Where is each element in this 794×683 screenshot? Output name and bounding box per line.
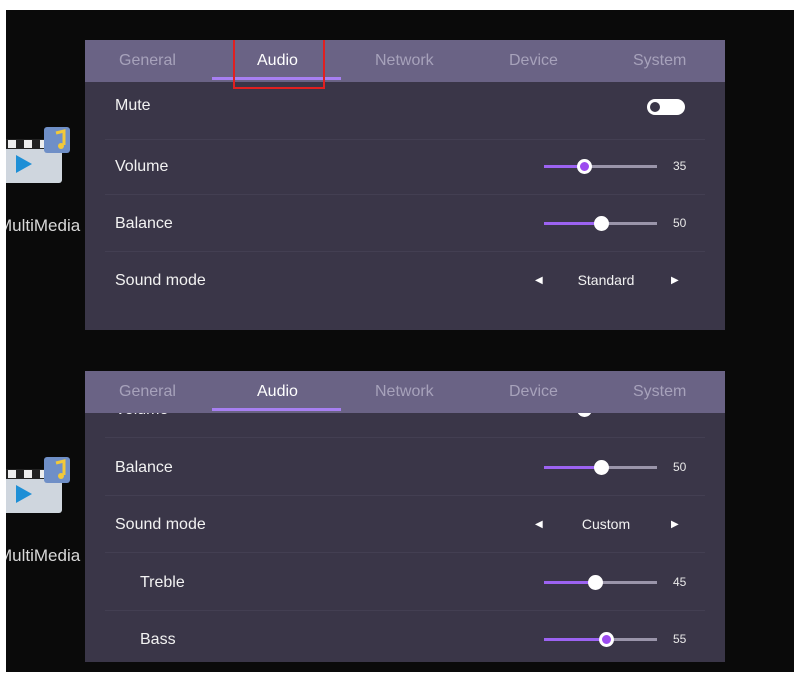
- treble-row[interactable]: Treble 45: [105, 554, 705, 611]
- balance-label: Balance: [115, 459, 173, 476]
- balance-slider[interactable]: [544, 460, 657, 475]
- tab-network[interactable]: Network: [375, 371, 434, 413]
- tab-general[interactable]: General: [119, 40, 176, 82]
- sound-mode-value: Standard: [577, 272, 635, 288]
- next-mode-arrow-icon[interactable]: ▶: [671, 252, 679, 309]
- slider-knob[interactable]: [587, 575, 603, 590]
- tab-device[interactable]: Device: [509, 371, 558, 413]
- slider-knob[interactable]: [576, 159, 592, 174]
- balance-slider[interactable]: [544, 216, 657, 231]
- mute-toggle[interactable]: [647, 99, 685, 115]
- multimedia-app-icon[interactable]: [6, 455, 76, 515]
- slider-fill: [544, 466, 601, 469]
- toggle-knob: [650, 102, 660, 112]
- bass-row[interactable]: Bass 55: [105, 611, 705, 662]
- sound-mode-label: Sound mode: [115, 516, 206, 533]
- treble-slider[interactable]: [544, 575, 657, 590]
- slider-knob[interactable]: [593, 216, 609, 231]
- tab-system[interactable]: System: [633, 371, 686, 413]
- volume-label: Volume: [115, 158, 169, 175]
- screen: MultiMedia MultiMedia General Audio Netw…: [6, 10, 794, 672]
- bass-label: Bass: [140, 631, 176, 648]
- treble-value: 45: [673, 575, 687, 589]
- previous-mode-arrow-icon[interactable]: ◀: [535, 252, 543, 309]
- multimedia-app-icon[interactable]: [6, 125, 76, 185]
- tab-network[interactable]: Network: [375, 40, 434, 82]
- bass-value: 55: [673, 632, 687, 646]
- slider-fill: [544, 638, 607, 641]
- tab-system[interactable]: System: [633, 40, 686, 82]
- balance-row[interactable]: Balance 50: [105, 195, 705, 252]
- bass-slider[interactable]: [544, 632, 657, 647]
- settings-tabbar: General Audio Network Device System: [85, 371, 725, 413]
- sound-mode-value: Custom: [581, 516, 631, 532]
- balance-value: 50: [673, 216, 687, 230]
- next-mode-arrow-icon[interactable]: ▶: [671, 496, 679, 553]
- balance-value: 50: [673, 460, 687, 474]
- treble-label: Treble: [140, 574, 185, 591]
- slider-knob[interactable]: [599, 632, 615, 647]
- sound-mode-row[interactable]: Sound mode ◀ Standard ▶: [105, 252, 705, 309]
- sound-mode-row[interactable]: Sound mode ◀ Custom ▶: [105, 496, 705, 553]
- mute-label: Mute: [115, 97, 151, 114]
- slider-fill: [544, 222, 601, 225]
- active-tab-indicator: [212, 77, 341, 80]
- balance-row[interactable]: Balance 50: [105, 439, 705, 496]
- active-tab-indicator: [212, 408, 341, 411]
- tab-device[interactable]: Device: [509, 40, 558, 82]
- balance-label: Balance: [115, 215, 173, 232]
- sound-mode-label: Sound mode: [115, 272, 206, 289]
- previous-mode-arrow-icon[interactable]: ◀: [535, 496, 543, 553]
- volume-value: 35: [673, 159, 687, 173]
- multimedia-app-label[interactable]: MultiMedia: [6, 546, 86, 566]
- settings-tabbar: General Audio Network Device System: [85, 40, 725, 82]
- volume-row[interactable]: Volume 35: [105, 138, 705, 195]
- audio-settings-panel-scrolled: General Audio Network Device System Volu…: [85, 371, 725, 662]
- tab-general[interactable]: General: [119, 371, 176, 413]
- slider-knob[interactable]: [593, 460, 609, 475]
- volume-slider[interactable]: [544, 159, 657, 174]
- tab-audio[interactable]: Audio: [257, 40, 298, 82]
- mute-row[interactable]: Mute: [105, 83, 705, 140]
- tab-audio[interactable]: Audio: [257, 371, 298, 413]
- multimedia-app-label[interactable]: MultiMedia: [6, 216, 86, 236]
- audio-settings-panel: General Audio Network Device System Mute…: [85, 40, 725, 330]
